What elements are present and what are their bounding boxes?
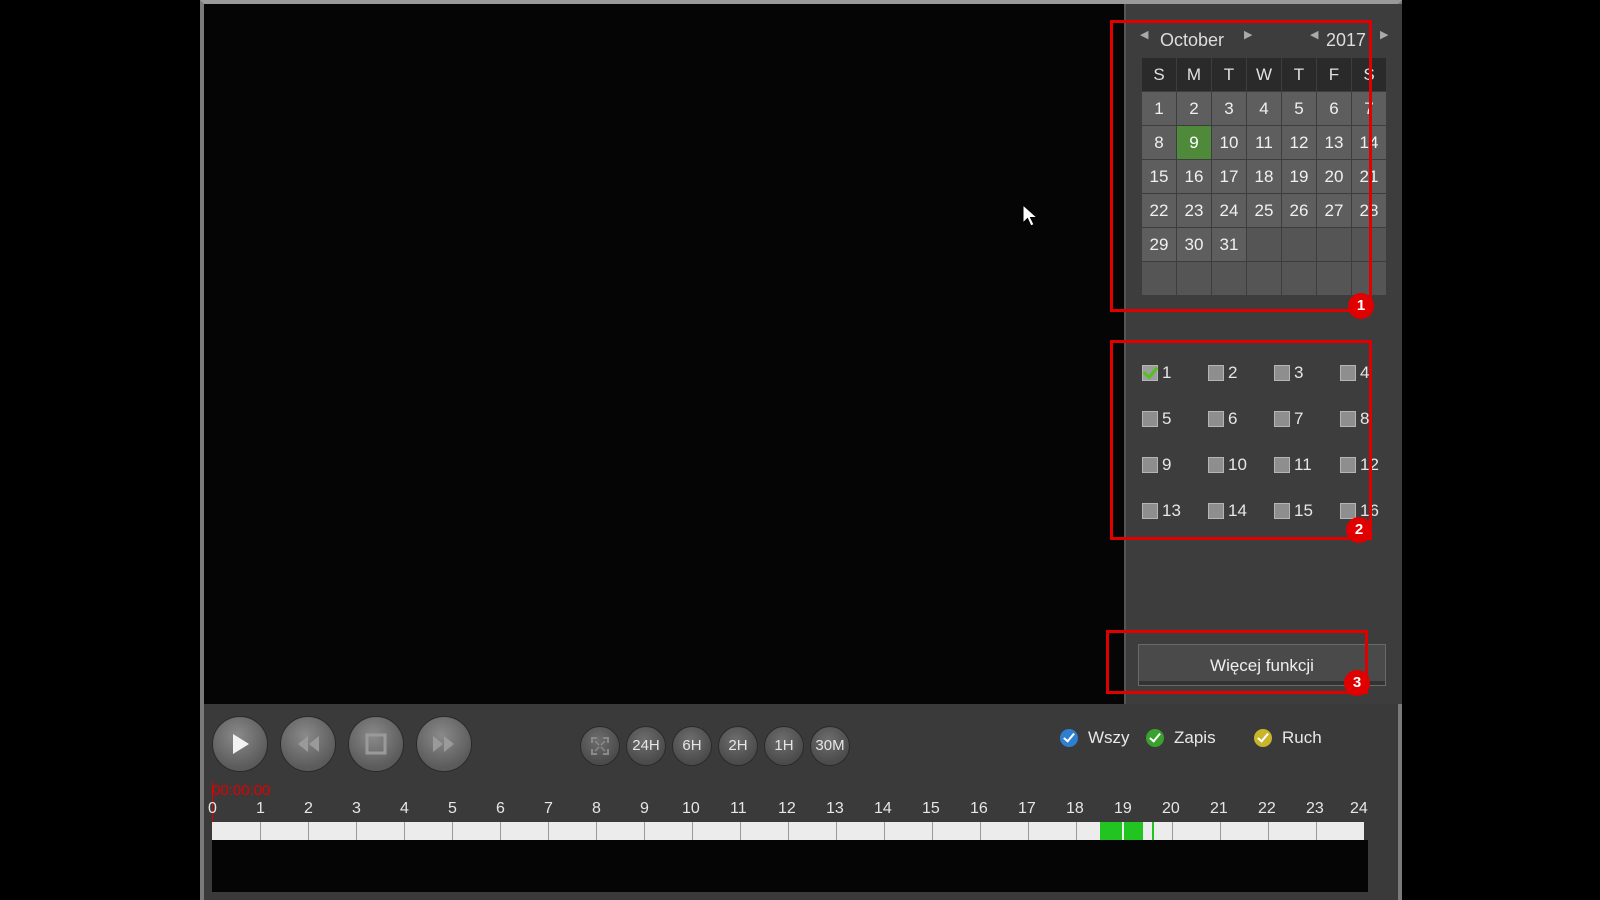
time-readout: 00:00:00: [212, 782, 271, 799]
zoom-30m-button[interactable]: 30M: [810, 726, 850, 766]
hour-divider: [692, 822, 693, 840]
hour-label: 20: [1162, 800, 1180, 817]
filter-recording[interactable]: Zapis: [1146, 728, 1216, 748]
hour-divider: [932, 822, 933, 840]
filter-recording-label: Zapis: [1174, 728, 1216, 747]
annotation-box-more-functions: [1106, 630, 1368, 694]
next-year-icon[interactable]: ▶: [1380, 28, 1388, 41]
hour-divider: [740, 822, 741, 840]
recording-segment[interactable]: [1151, 822, 1155, 840]
play-icon: [233, 734, 249, 754]
stop-icon: [365, 733, 387, 755]
hour-divider: [980, 822, 981, 840]
zoom-2h-button[interactable]: 2H: [718, 726, 758, 766]
hour-label: 2: [304, 800, 313, 817]
hour-label: 23: [1306, 800, 1324, 817]
hour-divider: [548, 822, 549, 840]
fullscreen-icon: [591, 737, 609, 755]
recording-segment[interactable]: [1100, 822, 1122, 840]
hour-divider: [500, 822, 501, 840]
hour-divider: [308, 822, 309, 840]
hour-divider: [1172, 822, 1173, 840]
hour-label: 14: [874, 800, 892, 817]
hour-label: 9: [640, 800, 649, 817]
check-icon: [1146, 729, 1164, 747]
hour-label: 24: [1350, 800, 1368, 817]
timeline-track-area[interactable]: [212, 840, 1368, 892]
video-viewport[interactable]: [204, 4, 1126, 704]
fast-forward-button[interactable]: [416, 716, 472, 772]
hour-label: 19: [1114, 800, 1132, 817]
annotation-box-calendar: [1110, 20, 1372, 312]
rewind-icon: [298, 736, 319, 752]
hour-divider: [836, 822, 837, 840]
hour-label: 18: [1066, 800, 1084, 817]
hour-label: 0: [208, 800, 217, 817]
filter-all-label: Wszy: [1088, 728, 1130, 747]
hour-label: 3: [352, 800, 361, 817]
hour-label: 6: [496, 800, 505, 817]
hour-label: 22: [1258, 800, 1276, 817]
hour-label: 5: [448, 800, 457, 817]
fast-forward-icon: [433, 736, 454, 752]
zoom-1h-button[interactable]: 1H: [764, 726, 804, 766]
hour-label: 13: [826, 800, 844, 817]
hour-divider: [260, 822, 261, 840]
hour-label: 21: [1210, 800, 1228, 817]
mouse-pointer-icon: [1022, 204, 1039, 227]
hour-divider: [452, 822, 453, 840]
hour-divider: [1220, 822, 1221, 840]
hour-label: 4: [400, 800, 409, 817]
fullscreen-button[interactable]: [580, 726, 620, 766]
hour-divider: [884, 822, 885, 840]
rewind-button[interactable]: [280, 716, 336, 772]
hour-divider: [404, 822, 405, 840]
hour-divider: [1268, 822, 1269, 840]
annotation-marker-2: 2: [1346, 517, 1372, 543]
hour-label: 11: [730, 800, 747, 817]
hour-label: 16: [970, 800, 988, 817]
playback-controls: 24H 6H 2H 1H 30M Wszy Zapis Ruch 00:00:0…: [204, 704, 1398, 900]
hour-divider: [1076, 822, 1077, 840]
check-icon: [1060, 729, 1078, 747]
hour-label: 10: [682, 800, 700, 817]
hour-divider: [356, 822, 357, 840]
timeline-bar[interactable]: [212, 822, 1364, 840]
zoom-6h-button[interactable]: 6H: [672, 726, 712, 766]
hour-divider: [1028, 822, 1029, 840]
hour-label: 1: [256, 800, 265, 817]
filter-motion[interactable]: Ruch: [1254, 728, 1322, 748]
timeline-hour-labels: 0 1 2 3 4 5 6 7 8 9 10 11 12 13 14 15 16 17 18 19 20 21 22 23 24: [208, 800, 1372, 820]
recording-segment[interactable]: [1124, 822, 1144, 840]
hour-label: 17: [1018, 800, 1036, 817]
annotation-marker-3: 3: [1344, 670, 1370, 696]
annotation-marker-1: 1: [1348, 293, 1374, 319]
hour-divider: [1316, 822, 1317, 840]
hour-label: 15: [922, 800, 940, 817]
zoom-24h-button[interactable]: 24H: [626, 726, 666, 766]
hour-divider: [644, 822, 645, 840]
hour-label: 7: [544, 800, 553, 817]
hour-divider: [788, 822, 789, 840]
hour-label: 12: [778, 800, 796, 817]
annotation-box-channels: [1110, 340, 1372, 540]
hour-divider: [596, 822, 597, 840]
check-icon: [1254, 729, 1272, 747]
hour-label: 8: [592, 800, 601, 817]
stop-button[interactable]: [348, 716, 404, 772]
filter-motion-label: Ruch: [1282, 728, 1322, 747]
filter-all[interactable]: Wszy: [1060, 728, 1130, 748]
play-button[interactable]: [212, 716, 268, 772]
